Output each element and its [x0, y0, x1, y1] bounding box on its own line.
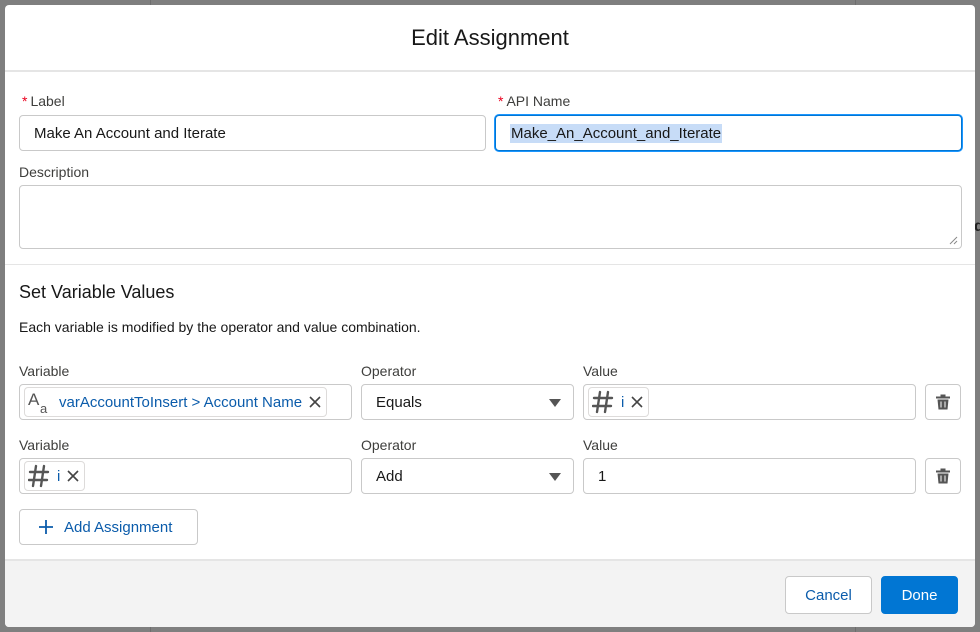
operator-value: Add [376, 467, 403, 485]
edit-assignment-modal: Edit Assignment * Label Make An Account a… [5, 5, 975, 627]
operator-label: Operator [361, 363, 417, 379]
api-name-input[interactable]: Make_An_Account_and_Iterate [495, 115, 962, 151]
section-help-text: Each variable is modified by the operato… [19, 319, 421, 335]
label-input-value: Make An Account and Iterate [34, 124, 226, 142]
value-label: Value [583, 363, 618, 379]
value-combobox[interactable]: i [583, 384, 916, 420]
variable-label: Variable [19, 363, 70, 379]
label-input[interactable]: Make An Account and Iterate [19, 115, 486, 151]
variable-pill[interactable]: A a varAccountToInsert > Account Name [24, 387, 328, 417]
value-label: Value [583, 437, 618, 453]
operator-value: Equals [376, 393, 422, 411]
close-icon[interactable] [630, 395, 644, 409]
value-input-value: 1 [598, 467, 607, 485]
close-icon[interactable] [66, 469, 80, 483]
modal-title: Edit Assignment [411, 24, 569, 50]
plus-icon [39, 520, 53, 534]
operator-label: Operator [361, 437, 417, 453]
value-input[interactable]: 1 [583, 458, 916, 494]
variable-combobox[interactable]: i [19, 458, 352, 494]
value-pill-label: i [621, 393, 625, 411]
label-field-label: * Label [22, 93, 65, 109]
chevron-down-icon [549, 473, 561, 481]
section-divider [5, 264, 975, 265]
close-icon[interactable] [308, 395, 322, 409]
operator-select[interactable]: Equals [361, 384, 574, 420]
required-indicator: * [498, 93, 504, 109]
variable-pill-label: varAccountToInsert > Account Name [59, 393, 303, 411]
variable-label: Variable [19, 437, 70, 453]
api-name-field-label: * API Name [498, 93, 571, 109]
delete-row-button[interactable] [925, 384, 961, 420]
trash-icon [936, 468, 950, 484]
text-type-icon: A a [28, 390, 52, 414]
add-assignment-button[interactable]: Add Assignment [19, 509, 198, 545]
variable-pill[interactable]: i [24, 461, 86, 491]
resize-grip-icon[interactable] [949, 236, 958, 245]
variable-pill-label: i [57, 467, 61, 485]
done-button[interactable]: Done [881, 576, 958, 614]
section-title: Set Variable Values [19, 282, 175, 302]
modal-header: Edit Assignment [5, 5, 975, 72]
add-assignment-label: Add Assignment [64, 518, 173, 536]
svg-text:A: A [28, 390, 40, 409]
required-indicator: * [22, 93, 28, 109]
cancel-button[interactable]: Cancel [785, 576, 872, 614]
operator-select[interactable]: Add [361, 458, 574, 494]
number-type-icon [592, 390, 614, 414]
number-type-icon [28, 464, 50, 488]
svg-text:a: a [40, 401, 48, 414]
variable-combobox[interactable]: A a varAccountToInsert > Account Name [19, 384, 352, 420]
trash-icon [936, 394, 950, 410]
description-field-label: Description [19, 164, 90, 180]
modal-footer: Cancel Done [5, 559, 975, 627]
api-name-input-value: Make_An_Account_and_Iterate [510, 123, 723, 143]
chevron-down-icon [549, 399, 561, 407]
description-textarea[interactable] [19, 185, 962, 249]
value-pill[interactable]: i [588, 387, 650, 417]
delete-row-button[interactable] [925, 458, 961, 494]
